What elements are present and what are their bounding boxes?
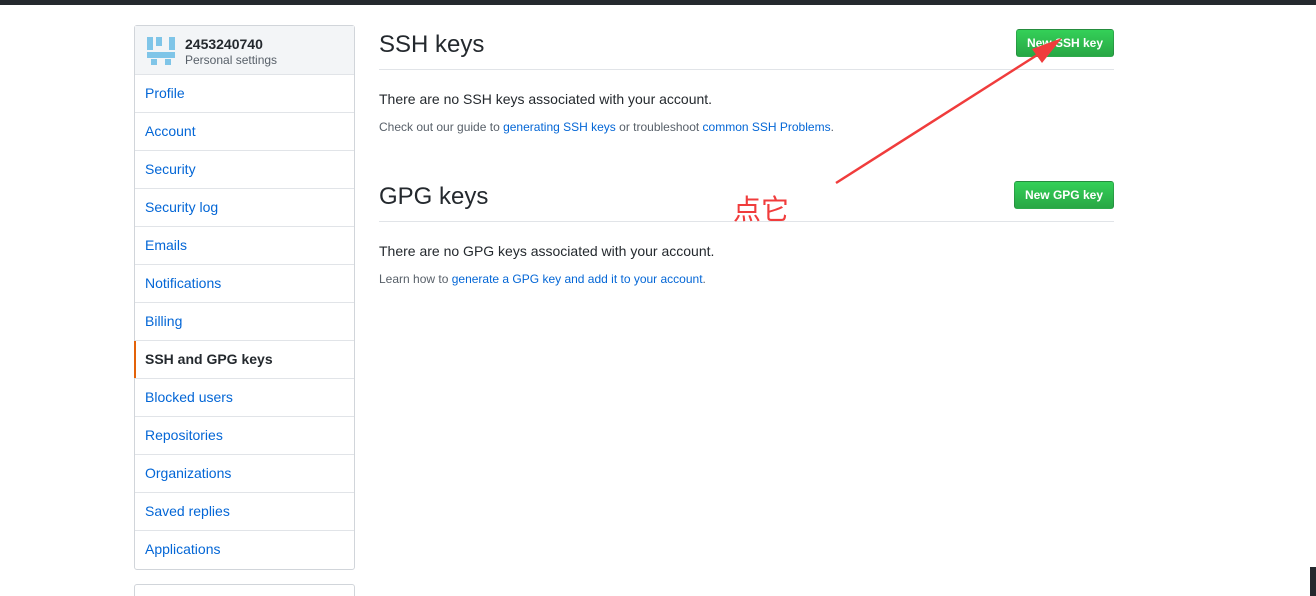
ssh-note-suffix: . (830, 120, 834, 134)
sidebar-item-security-log[interactable]: Security log (135, 189, 354, 227)
sidebar-item-repositories[interactable]: Repositories (135, 417, 354, 455)
generate-gpg-key-link[interactable]: generate a GPG key and add it to your ac… (452, 272, 703, 286)
ssh-keys-title: SSH keys (379, 31, 485, 58)
sidebar-item-emails[interactable]: Emails (135, 227, 354, 265)
settings-sidebar: 2453240740 Personal settings Profile Acco… (134, 25, 355, 570)
sidebar-item-profile[interactable]: Profile (135, 75, 354, 113)
sidebar-subtitle: Personal settings (185, 53, 278, 67)
sidebar-header[interactable]: 2453240740 Personal settings (135, 26, 354, 75)
new-ssh-key-button[interactable]: New SSH key (1015, 29, 1114, 57)
secondary-sidebar-box (134, 584, 355, 596)
common-ssh-problems-link[interactable]: common SSH Problems (703, 120, 831, 134)
gpg-keys-title: GPG keys (379, 183, 489, 210)
main-content: SSH keys New SSH key There are no SSH ke… (379, 25, 1114, 287)
gpg-help-note: Learn how to generate a GPG key and add … (379, 271, 1114, 287)
sidebar-item-ssh-gpg-keys[interactable]: SSH and GPG keys (134, 341, 354, 379)
sidebar-item-security[interactable]: Security (135, 151, 354, 189)
generating-ssh-keys-link[interactable]: generating SSH keys (503, 120, 616, 134)
gpg-empty-message: There are no GPG keys associated with yo… (379, 243, 715, 259)
ssh-empty-message: There are no SSH keys associated with yo… (379, 91, 713, 107)
new-gpg-key-button[interactable]: New GPG key (1013, 181, 1114, 209)
annotation-text: 点它 (733, 193, 790, 226)
sidebar-item-billing[interactable]: Billing (135, 303, 354, 341)
scrollbar-fragment (1310, 567, 1316, 596)
sidebar-item-notifications[interactable]: Notifications (135, 265, 354, 303)
sidebar-item-account[interactable]: Account (135, 113, 354, 151)
sidebar-username: 2453240740 (185, 36, 263, 52)
ssh-note-prefix: Check out our guide to (379, 120, 504, 134)
gpg-note-suffix: . (702, 272, 706, 286)
ssh-help-note: Check out our guide to generating SSH ke… (379, 119, 1114, 135)
ssh-keys-header: SSH keys New SSH key (379, 25, 1114, 70)
sidebar-item-saved-replies[interactable]: Saved replies (135, 493, 354, 531)
avatar[interactable] (147, 37, 175, 65)
sidebar-item-applications[interactable]: Applications (135, 531, 354, 569)
top-header-bar (0, 0, 1316, 5)
sidebar-item-organizations[interactable]: Organizations (135, 455, 354, 493)
sidebar-item-blocked-users[interactable]: Blocked users (135, 379, 354, 417)
gpg-note-prefix: Learn how to (379, 272, 452, 286)
ssh-keys-section: SSH keys New SSH key There are no SSH ke… (379, 25, 1114, 135)
ssh-note-middle: or troubleshoot (615, 120, 703, 134)
